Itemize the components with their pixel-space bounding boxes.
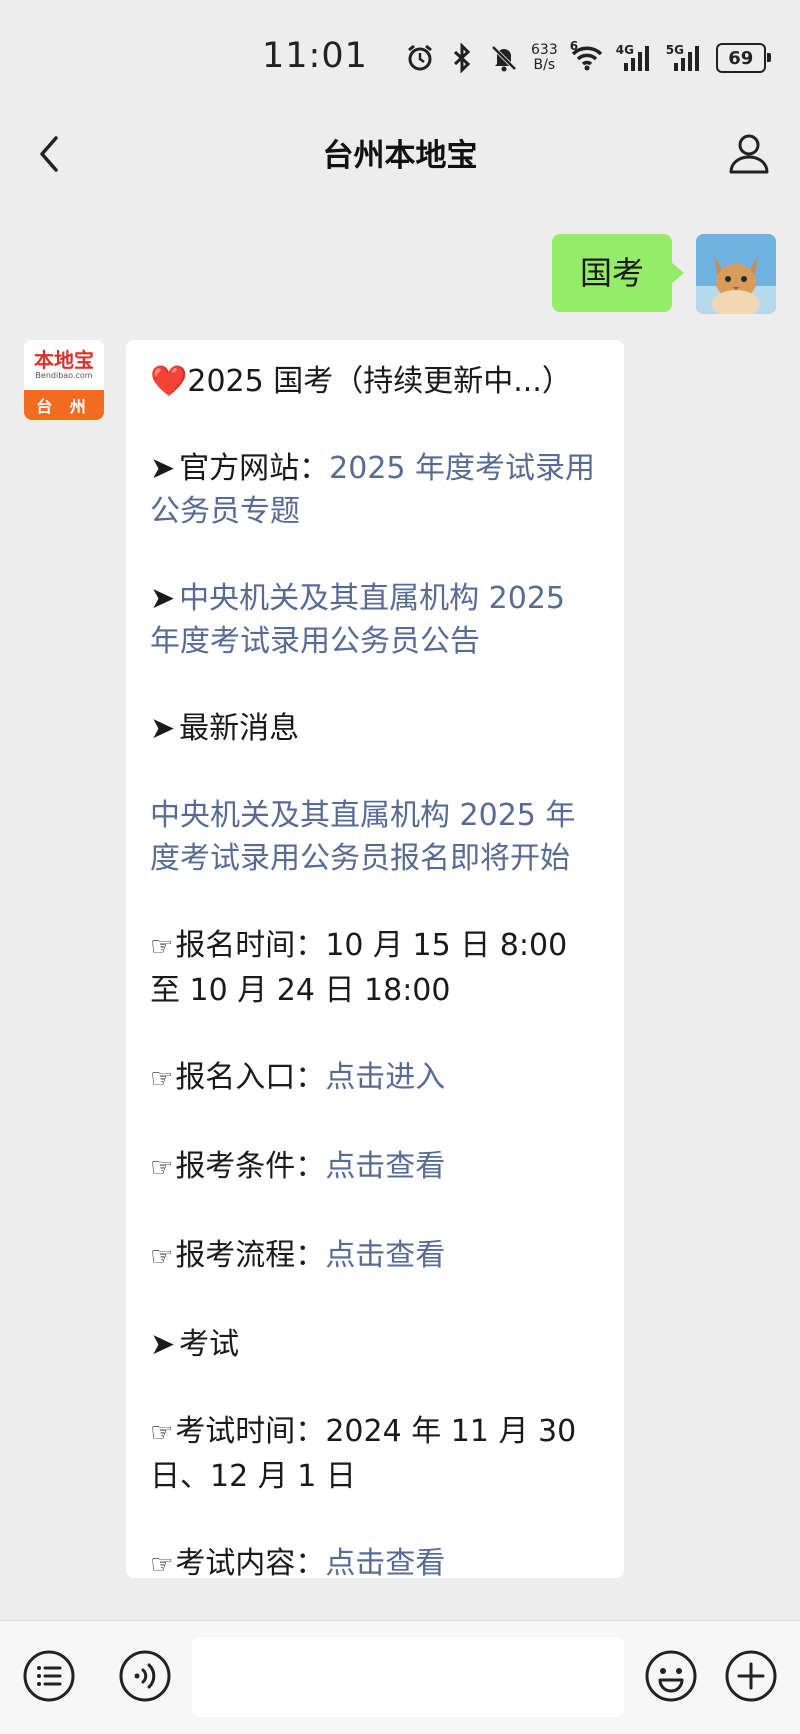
heading-text: 2025 国考（持续更新中...） <box>187 364 572 399</box>
exam-time-line: ☞考试时间：2024 年 11 月 30 日、12 月 1 日 <box>150 1410 598 1498</box>
latest-news-label: 最新消息 <box>179 711 300 746</box>
wifi-icon: 6 <box>570 39 604 73</box>
exam-content-line: ☞考试内容：点击查看 <box>150 1542 598 1578</box>
official-site-label: 官方网站： <box>179 451 330 486</box>
input-bar <box>0 1620 800 1734</box>
pointing-hand-icon: ☞ <box>150 1550 174 1578</box>
process-label: 报考流程： <box>175 1238 326 1273</box>
conditions-line: ☞报考条件：点击查看 <box>150 1145 598 1190</box>
user-avatar[interactable] <box>696 234 776 314</box>
signup-time-label: 报名时间： <box>175 928 326 963</box>
status-icons: 633 B/s 6 4G 5G 69 <box>405 38 771 78</box>
network-speed-unit: B/s <box>533 57 556 73</box>
emoji-icon <box>645 1650 697 1702</box>
pointing-hand-icon: ☞ <box>150 932 174 962</box>
heart-icon: ❤️ <box>150 364 188 399</box>
exam-content-link[interactable]: 点击查看 <box>325 1546 445 1578</box>
arrow-icon: ➤ <box>150 711 176 746</box>
bendibao-logo: 本地宝 Bendibao.com <box>24 340 104 390</box>
bluetooth-icon <box>447 43 477 73</box>
page-title: 台州本地宝 <box>322 138 478 174</box>
logo-url: Bendibao.com <box>35 371 93 380</box>
logo-text: 本地宝 <box>34 348 94 372</box>
conditions-link[interactable]: 点击查看 <box>325 1149 445 1184</box>
network-speed-value: 633 <box>531 42 558 58</box>
latest-news-line: 中央机关及其直属机构 2025 年度考试录用公务员报名即将开始 <box>150 794 598 880</box>
exam-time-label: 考试时间： <box>175 1414 326 1449</box>
exam-heading: ➤ 考试 <box>150 1323 598 1366</box>
latest-news-heading: ➤ 最新消息 <box>150 707 598 750</box>
plus-button[interactable] <box>724 1649 778 1703</box>
message-heading: ❤️2025 国考（持续更新中...） <box>150 360 598 403</box>
exam-label: 考试 <box>179 1327 240 1362</box>
menu-list-icon <box>23 1650 75 1702</box>
alarm-icon <box>405 43 435 73</box>
process-line: ☞报考流程：点击查看 <box>150 1234 598 1279</box>
signal-4g-label: 4G <box>615 43 634 57</box>
pointing-hand-icon: ☞ <box>150 1153 174 1183</box>
announcement-line: ➤ 中央机关及其直属机构 2025 年度考试录用公务员公告 <box>150 577 598 663</box>
official-site-line: ➤ 官方网站：2025 年度考试录用公务员专题 <box>150 447 598 533</box>
bot-message-row: 本地宝 Bendibao.com 台 州 ❤️2025 国考（持续更新中...）… <box>24 340 624 1578</box>
voice-icon <box>119 1650 171 1702</box>
message-input[interactable] <box>192 1637 624 1717</box>
battery-level: 69 <box>728 47 754 69</box>
battery-indicator: 69 <box>715 43 771 73</box>
cat-photo-icon <box>696 234 776 314</box>
mute-bell-icon <box>489 43 519 73</box>
user-message-row: 国考 <box>551 234 776 314</box>
signal-5g-icon: 5G <box>666 43 704 73</box>
wifi-badge: 6 <box>569 39 579 53</box>
chat-area[interactable]: 国考 本地宝 Bendibao.com 台 州 ❤️2025 国考（持续更新中.… <box>0 198 800 1620</box>
latest-news-link[interactable]: 中央机关及其直属机构 2025 年度考试录用公务员报名即将开始 <box>150 798 575 876</box>
bot-avatar[interactable]: 本地宝 Bendibao.com 台 州 <box>24 340 104 420</box>
person-icon <box>729 134 769 174</box>
process-link[interactable]: 点击查看 <box>325 1238 445 1273</box>
profile-button[interactable] <box>724 128 774 178</box>
exam-content-label: 考试内容： <box>175 1546 326 1578</box>
pointing-hand-icon: ☞ <box>150 1242 174 1272</box>
pointing-hand-icon: ☞ <box>150 1064 174 1094</box>
arrow-icon: ➤ <box>150 581 176 616</box>
emoji-button[interactable] <box>644 1649 698 1703</box>
user-message-bubble[interactable]: 国考 <box>551 234 685 312</box>
conditions-label: 报考条件： <box>175 1149 326 1184</box>
signup-entry-line: ☞报名入口：点击进入 <box>150 1056 598 1101</box>
arrow-icon: ➤ <box>150 1327 176 1362</box>
signup-entry-label: 报名入口： <box>175 1060 326 1095</box>
announcement-link[interactable]: 中央机关及其直属机构 2025 年度考试录用公务员公告 <box>150 581 565 659</box>
status-time: 11:01 <box>262 36 368 76</box>
chat-header: 台州本地宝 <box>0 112 800 196</box>
signal-5g-label: 5G <box>665 43 684 57</box>
arrow-icon: ➤ <box>150 451 176 486</box>
bot-message-bubble: ❤️2025 国考（持续更新中...） ➤ 官方网站：2025 年度考试录用公务员… <box>126 340 624 1578</box>
signup-time-line: ☞报名时间：10 月 15 日 8:00 至 10 月 24 日 18:00 <box>150 924 598 1012</box>
voice-button[interactable] <box>118 1649 172 1703</box>
logo-city: 台 州 <box>24 390 104 420</box>
plus-icon <box>725 1650 777 1702</box>
menu-button[interactable] <box>22 1649 76 1703</box>
network-speed: 633 B/s <box>531 43 558 73</box>
signup-entry-link[interactable]: 点击进入 <box>325 1060 445 1095</box>
status-bar: 11:01 633 B/s 6 4G 5G 69 <box>0 0 800 112</box>
signal-4g-icon: 4G <box>616 43 654 73</box>
pointing-hand-icon: ☞ <box>150 1418 174 1448</box>
